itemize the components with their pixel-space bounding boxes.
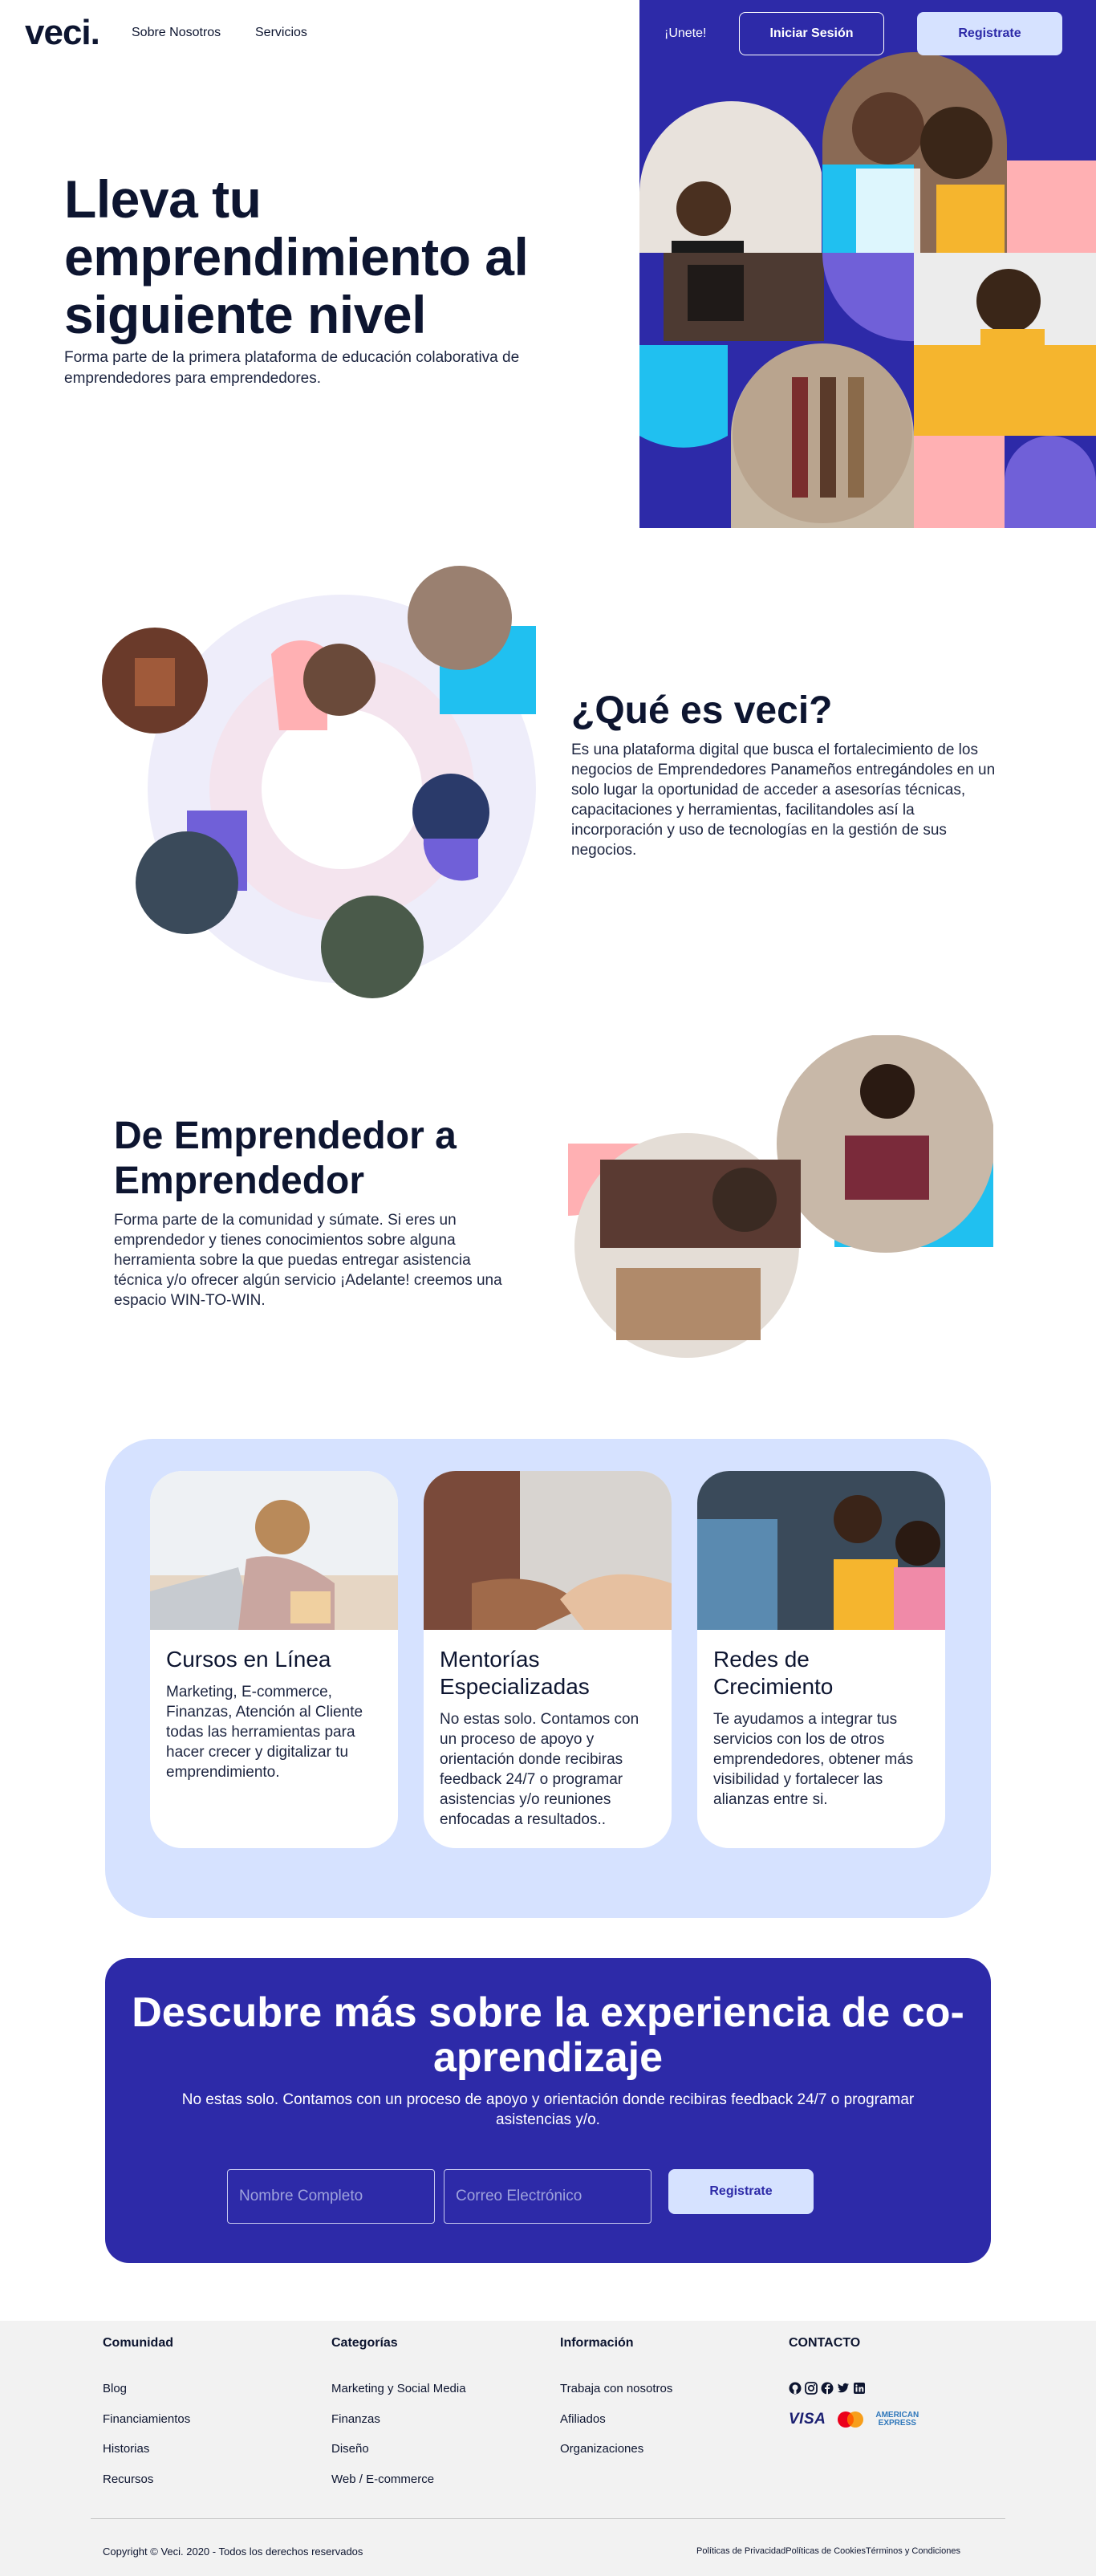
cta-subtitle: No estas solo. Contamos con un proceso d… (181, 2091, 915, 2128)
footer-link-organizaciones[interactable]: Organizaciones (560, 2442, 643, 2456)
instagram-icon[interactable] (805, 2382, 818, 2395)
facebook-icon[interactable] (821, 2382, 834, 2395)
register-button[interactable]: Registrate (917, 12, 1062, 55)
visa-logo: VISA (789, 2411, 826, 2428)
feature-card-cursos[interactable]: Cursos en Línea Marketing, E-commerce, F… (150, 1471, 398, 1848)
footer-heading-categorias: Categorías (331, 2336, 398, 2350)
cta-register-button[interactable]: Registrate (668, 2169, 814, 2214)
legal-terms-link[interactable]: Términos y Condiciones (866, 2546, 960, 2556)
amex-line2: EXPRESS (878, 2419, 916, 2428)
login-button[interactable]: Iniciar Sesión (739, 12, 884, 55)
cursos-title: Cursos en Línea (166, 1647, 331, 1672)
footer-link-afiliados[interactable]: Afiliados (560, 2412, 606, 2426)
legal-cookies-link[interactable]: Políticas de Cookies (785, 2546, 866, 2556)
mentorias-title: Mentorías Especializadas (440, 1647, 590, 1699)
footer-link-finanzas[interactable]: Finanzas (331, 2412, 380, 2426)
hero-title: Lleva tu emprendimiento al siguiente niv… (64, 169, 529, 344)
footer-link-recursos[interactable]: Recursos (103, 2472, 153, 2486)
cta-title: Descubre más sobre la experiencia de co-… (132, 1989, 964, 2081)
community-body: Forma parte de la comunidad y súmate. Si… (114, 1212, 502, 1309)
copyright: Copyright © Veci. 2020 - Todos los derec… (103, 2546, 363, 2558)
mosaic-graphic (639, 52, 1096, 528)
footer-link-historias[interactable]: Historias (103, 2442, 149, 2456)
about-title: ¿Qué es veci? (571, 689, 833, 732)
twitter-icon[interactable] (837, 2382, 850, 2395)
footer-link-financiamientos[interactable]: Financiamientos (103, 2412, 190, 2426)
hero-subtitle: Forma parte de la primera plataforma de … (64, 349, 520, 387)
footer (0, 2321, 1096, 2576)
linkedin-icon[interactable] (853, 2382, 866, 2395)
footer-link-blog[interactable]: Blog (103, 2382, 127, 2395)
redes-image (697, 1471, 945, 1630)
footer-heading-informacion: Información (560, 2336, 634, 2350)
cursos-body: Marketing, E-commerce, Finanzas, Atenció… (166, 1684, 363, 1781)
amex-logo: AMERICAN EXPRESS (875, 2411, 919, 2428)
mentorias-body: No estas solo. Contamos con un proceso d… (440, 1711, 639, 1828)
github-icon[interactable] (789, 2382, 802, 2395)
join-link[interactable]: ¡Unete! (664, 26, 706, 41)
legal-links: Políticas de Privacidad Políticas de Coo… (696, 2546, 960, 2556)
logo[interactable]: veci. (25, 13, 100, 53)
about-illustration (95, 562, 544, 1011)
hero-image-mosaic (639, 0, 1096, 528)
footer-heading-contacto: CONTACTO (789, 2336, 861, 2350)
about-body: Es una plataforma digital que busca el f… (571, 742, 996, 859)
nav-sobre-nosotros[interactable]: Sobre Nosotros (132, 26, 221, 40)
redes-title: Redes de Crecimiento (713, 1647, 834, 1699)
community-title: De Emprendedor a Emprendedor (114, 1115, 457, 1202)
legal-privacy-link[interactable]: Políticas de Privacidad (696, 2546, 785, 2556)
community-illustration (568, 1035, 993, 1388)
footer-link-web-ecommerce[interactable]: Web / E-commerce (331, 2472, 434, 2486)
feature-card-redes[interactable]: Redes de Crecimiento Te ayudamos a integ… (697, 1471, 945, 1848)
mastercard-icon (837, 2411, 864, 2428)
footer-link-diseno[interactable]: Diseño (331, 2442, 369, 2456)
footer-link-trabaja[interactable]: Trabaja con nosotros (560, 2382, 672, 2395)
mentorias-image (424, 1471, 672, 1630)
footer-link-marketing[interactable]: Marketing y Social Media (331, 2382, 466, 2395)
footer-heading-comunidad: Comunidad (103, 2336, 173, 2350)
payment-methods: VISA AMERICAN EXPRESS (789, 2411, 919, 2428)
feature-card-mentorias[interactable]: Mentorías Especializadas No estas solo. … (424, 1471, 672, 1848)
name-input[interactable] (227, 2169, 435, 2224)
nav-servicios[interactable]: Servicios (255, 26, 307, 40)
cta-panel: Descubre más sobre la experiencia de co-… (105, 1958, 991, 2263)
footer-divider (91, 2518, 1005, 2519)
redes-body: Te ayudamos a integrar tus servicios con… (713, 1711, 914, 1808)
social-icons (789, 2382, 866, 2395)
email-input[interactable] (444, 2169, 652, 2224)
cursos-image (150, 1471, 398, 1630)
